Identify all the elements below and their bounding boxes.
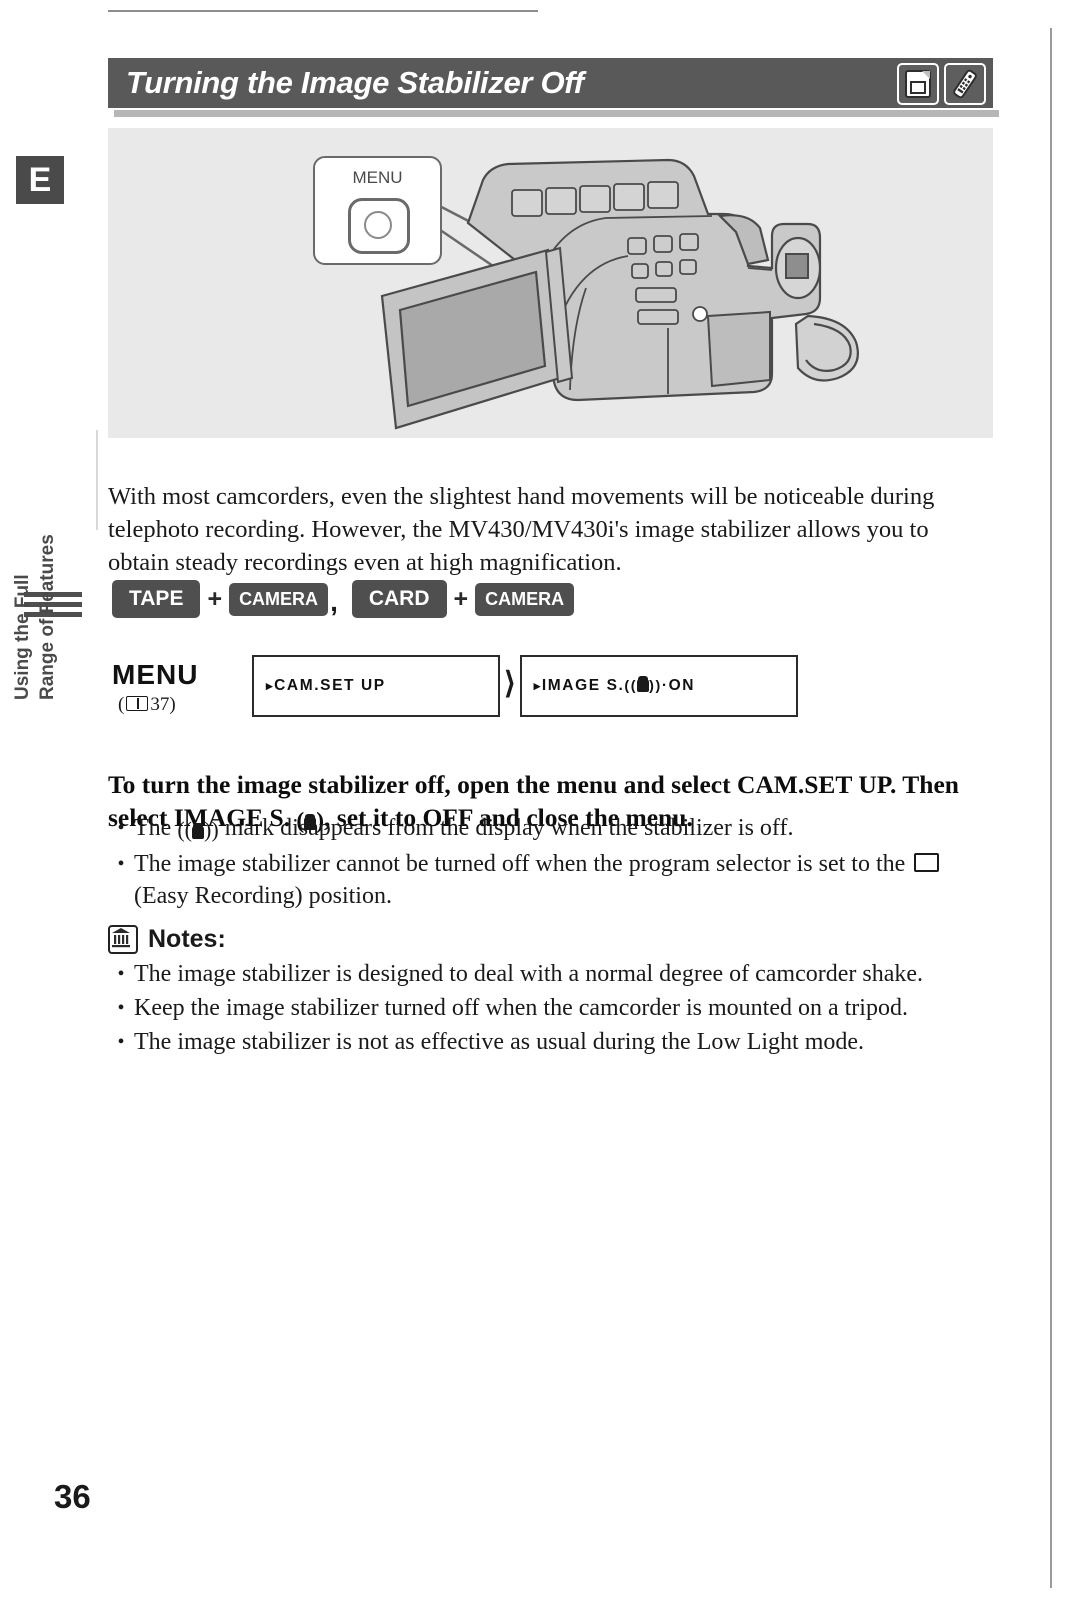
page-left-mark [96,430,98,530]
camcorder-illustration: MENU [108,128,993,438]
menu-screen-step-2: ▸ IMAGE S. (()) ·ON [519,655,798,717]
page-right-rule [1050,28,1052,1588]
menu-button-callout: MENU [313,156,442,265]
list-item-text: The image stabilizer cannot be turned of… [134,848,988,912]
menu-item-cam-set-up: CAM.SET UP [274,677,386,694]
camcorder-drawing [380,158,859,430]
menu-cursor-icon-1: ▸ [266,678,275,693]
list-item: • Keep the image stabilizer turned off w… [108,992,988,1024]
easy-recording-icon [914,853,940,872]
list-item-text: The image stabilizer is designed to deal… [134,961,924,987]
list-item: • The image stabilizer cannot be turned … [108,848,988,912]
plus-sign-2: + [453,584,469,613]
remote-control-icon [944,63,986,105]
list-item: • The image stabilizer is not as effecti… [108,1026,988,1058]
mode-chip-tape: TAPE [112,580,201,618]
flow-arrow-icon: ⟩ [504,667,516,700]
list-item-text: The (()) mark disappears from the displa… [134,812,988,846]
bullet-marker: • [117,963,125,985]
notes-heading: Notes: [108,925,226,954]
notes-title: Notes: [148,925,226,953]
section-header-shadow [114,110,999,117]
bullet-text-a: The image stabilizer cannot be turned of… [134,851,912,877]
section-header: Turning the Image Stabilizer Off [108,58,993,108]
menu-navigation-flow: MENU (37) ▸ CAM.SET UP ⟩ ▸ IMAGE S. (()) ·O… [112,655,798,717]
menu-page-reference: (37) [118,694,252,716]
menu-ref-close: ) [169,694,176,715]
list-item: • The (()) mark disappears from the disp… [108,812,988,846]
list-item: • The image stabilizer is designed to de… [108,958,988,990]
side-tab-label: Using the Full Range of Features [10,520,70,700]
list-item-text: The image stabilizer is not as effective… [134,1029,865,1055]
menu-ref-page: 37 [150,694,170,715]
card-icon [897,63,939,105]
menu-screen-step-1: ▸ CAM.SET UP [252,655,500,717]
menu-item-image-s-value: ·ON [661,677,696,694]
mode-badge-row: TAPE + CAMERA , CARD + CAMERA [112,580,575,618]
menu-keyword: MENU [112,659,199,690]
menu-callout-label: MENU [352,168,403,187]
menu-cursor-icon-2: ▸ [533,678,542,693]
mode-chip-camera-2: CAMERA [475,582,575,616]
page-number: 36 [54,1478,91,1515]
side-tab-label-line2: Range of Features [37,534,58,700]
bullet-text-a: The [134,815,178,841]
notes-bullet-list: • The image stabilizer is designed to de… [108,958,988,1060]
page-title: Turning the Image Stabilizer Off [126,65,584,100]
menu-ref-open: ( [118,694,125,715]
menu-label-block: MENU (37) [112,655,252,716]
list-item-text: Keep the image stabilizer turned off whe… [134,995,908,1021]
mode-separator-comma: , [330,586,338,617]
bullet-text-b: (Easy Recording) position. [134,883,392,909]
language-badge: E [16,156,64,204]
header-icon-group [897,63,986,105]
main-bullet-list: • The (()) mark disappears from the disp… [108,812,988,914]
notes-book-icon [108,925,138,954]
mode-chip-card: CARD [351,580,447,618]
menu-button-glyph [348,198,410,254]
mode-chip-camera-1: CAMERA [229,582,329,616]
bullet-text-b: mark disappears from the display when th… [218,815,794,841]
image-stabilizer-icon-3: (()) [177,817,219,842]
bullet-marker: • [117,1031,125,1053]
bullet-marker: • [117,997,125,1019]
image-stabilizer-icon-1: (()) [624,676,662,694]
book-icon [126,696,149,711]
page-top-rule [108,10,538,12]
menu-item-image-s: IMAGE S. [541,677,625,694]
plus-sign-1: + [207,584,223,613]
side-tab-label-line1: Using the Full [12,574,33,700]
intro-paragraph: With most camcorders, even the slightest… [108,482,935,576]
bullet-marker: • [117,817,125,839]
bullet-marker: • [117,853,125,875]
